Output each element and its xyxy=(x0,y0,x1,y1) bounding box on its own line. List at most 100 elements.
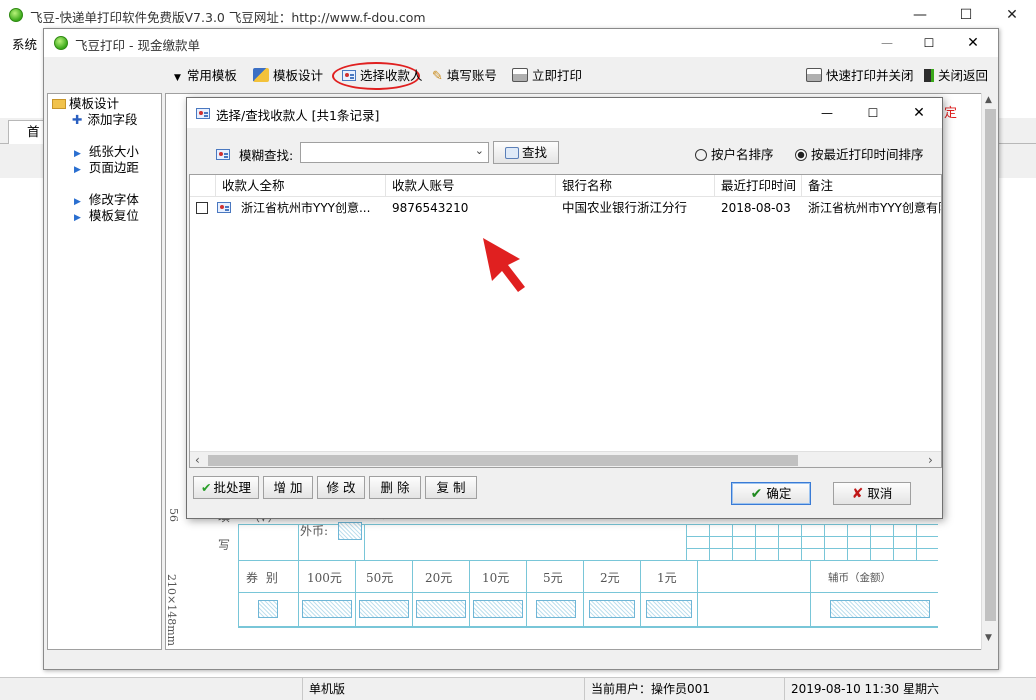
batch-button[interactable]: ✔ 批处理 xyxy=(193,476,259,499)
voucher-write-label: 写 xyxy=(218,538,231,552)
dialog-minimize-button[interactable]: — xyxy=(809,100,845,126)
inner-window-title: 飞豆打印 - 现金缴款单 xyxy=(75,38,200,53)
fill-account-label: 填写账号 xyxy=(446,68,497,83)
menu-system[interactable]: 系统 xyxy=(12,34,37,53)
row-card-icon xyxy=(217,202,231,213)
search-input[interactable]: ⌄ xyxy=(300,142,489,163)
sort-by-name-radio[interactable]: 按户名排序 xyxy=(695,144,774,163)
denom-1: 1元 xyxy=(640,560,697,626)
aux-currency-field[interactable] xyxy=(830,600,930,618)
table-row[interactable]: 浙江省杭州市YYY创意... 9876543210 中国农业银行浙江分行 201… xyxy=(190,198,941,218)
edit-button[interactable]: 修 改 xyxy=(317,476,365,499)
ok-check-icon: ✔ xyxy=(750,486,763,502)
denom-100-field[interactable] xyxy=(302,600,352,618)
ok-button-label: 确定 xyxy=(766,486,792,501)
dialog-maximize-button[interactable]: ☐ xyxy=(855,100,891,126)
sidebar-item-add-field[interactable]: ✚ 添加字段 xyxy=(72,112,138,128)
fill-account-button[interactable]: ✎ 填写账号 xyxy=(432,65,497,87)
inner-titlebar: 飞豆打印 - 现金缴款单 — ☐ ✕ xyxy=(44,29,998,57)
reset-template-label: 模板复位 xyxy=(88,208,139,223)
denom-50-field[interactable] xyxy=(359,600,409,618)
list-hscrollbar[interactable]: ‹ › xyxy=(190,451,941,467)
radio-empty-icon xyxy=(695,149,707,161)
inner-close-button[interactable]: ✕ xyxy=(958,31,988,55)
foreign-currency-checkbox[interactable] xyxy=(338,522,362,540)
status-user: 当前用户：操作员001 xyxy=(584,678,784,700)
inner-minimize-button[interactable]: — xyxy=(872,31,902,55)
triangle-right-icon: ▶ xyxy=(74,165,81,175)
quick-printer-icon xyxy=(806,68,822,82)
copy-button[interactable]: 复 制 xyxy=(425,476,477,499)
page-margin-label: 页面边距 xyxy=(88,160,139,175)
common-templates-menu[interactable]: ▼ 常用模板 xyxy=(174,65,237,87)
sort-by-name-label: 按户名排序 xyxy=(711,147,774,162)
tree-root-template-design[interactable]: 模板设计 xyxy=(52,96,119,112)
denom-5-field[interactable] xyxy=(536,600,576,618)
paper-size-label: 纸张大小 xyxy=(88,144,139,159)
payee-list: 收款人全称 收款人账号 银行名称 最近打印时间 备注 浙江省杭州市YYY创意..… xyxy=(189,174,942,468)
denom-spacer xyxy=(697,560,811,626)
denom-100: 100元 xyxy=(298,560,355,626)
common-templates-label: 常用模板 xyxy=(186,68,237,83)
scroll-up-icon[interactable]: ▲ xyxy=(985,95,992,105)
column-header-note[interactable]: 备注 xyxy=(802,175,941,197)
sidebar-item-page-margin[interactable]: ▶ 页面边距 xyxy=(74,160,139,176)
canvas-vscrollbar[interactable]: ▲ ▼ xyxy=(981,93,998,650)
dialog-close-button[interactable]: ✕ xyxy=(901,100,937,126)
dialog-titlebar: 选择/查找收款人 [共1条记录] — ☐ ✕ xyxy=(187,98,942,128)
edit-font-label: 修改字体 xyxy=(88,192,139,207)
tab-home-label: 首页 xyxy=(27,124,40,139)
cell-last-print: 2018-08-03 xyxy=(721,201,791,215)
denom-5: 5元 xyxy=(526,560,583,626)
batch-button-label: 批处理 xyxy=(213,480,251,495)
print-now-button[interactable]: 立即打印 xyxy=(512,65,582,87)
column-header-name[interactable]: 收款人全称 xyxy=(216,175,386,197)
denom-2-field[interactable] xyxy=(589,600,635,618)
denom-10: 10元 xyxy=(469,560,526,626)
template-design-button[interactable]: 模板设计 xyxy=(253,65,323,87)
dropdown-arrow-icon: ▼ xyxy=(174,73,181,83)
scroll-left-icon[interactable]: ‹ xyxy=(195,453,200,467)
column-header-account[interactable]: 收款人账号 xyxy=(386,175,556,197)
list-hscroll-thumb[interactable] xyxy=(208,455,798,466)
denom-10-field[interactable] xyxy=(473,600,523,618)
cancel-button[interactable]: ✘ 取消 xyxy=(833,482,911,505)
denom-1-field[interactable] xyxy=(646,600,692,618)
denom-20-field[interactable] xyxy=(416,600,466,618)
ok-button[interactable]: ✔ 确定 xyxy=(731,482,811,505)
print-now-label: 立即打印 xyxy=(532,68,583,83)
sort-by-recent-radio[interactable]: 按最近打印时间排序 xyxy=(795,144,924,163)
triangle-right-icon: ▶ xyxy=(74,213,81,223)
minimize-button[interactable]: — xyxy=(897,0,943,30)
denom-count-field[interactable] xyxy=(258,600,278,618)
radio-selected-icon xyxy=(795,149,807,161)
voucher-side-number: 56 xyxy=(167,508,180,522)
app-logo-icon xyxy=(9,8,23,22)
close-button[interactable]: ✕ xyxy=(989,0,1035,30)
search-button[interactable]: 查找 xyxy=(493,141,559,164)
select-payee-button[interactable]: 选择收款人 xyxy=(332,62,423,90)
inner-maximize-button[interactable]: ☐ xyxy=(914,31,944,55)
chevron-down-icon[interactable]: ⌄ xyxy=(475,144,484,157)
denom-100-label: 100元 xyxy=(307,571,342,585)
cell-name: 浙江省杭州市YYY创意... xyxy=(241,201,371,215)
row-checkbox[interactable] xyxy=(196,202,208,214)
status-datetime: 2019-08-10 11:30 星期六 xyxy=(784,678,1036,700)
delete-button[interactable]: 删 除 xyxy=(369,476,421,499)
sidebar-item-edit-font[interactable]: ▶ 修改字体 xyxy=(74,192,139,208)
sidebar-item-paper-size[interactable]: ▶ 纸张大小 xyxy=(74,144,139,160)
close-return-button[interactable]: 关闭返回 xyxy=(924,65,988,87)
voucher-line xyxy=(364,524,365,560)
voucher-line xyxy=(238,524,239,628)
denom-50-label: 50元 xyxy=(366,571,394,585)
maximize-button[interactable]: ☐ xyxy=(943,0,989,30)
sidebar-item-reset-template[interactable]: ▶ 模板复位 xyxy=(74,208,139,224)
scroll-right-icon[interactable]: › xyxy=(928,453,933,467)
scroll-down-icon[interactable]: ▼ xyxy=(985,633,992,643)
canvas-vscroll-thumb[interactable] xyxy=(985,109,996,621)
column-header-bank[interactable]: 银行名称 xyxy=(556,175,715,197)
denom-1-label: 1元 xyxy=(657,571,677,585)
add-button[interactable]: 增 加 xyxy=(263,476,313,499)
quick-print-close-button[interactable]: 快速打印并关闭 xyxy=(806,65,914,87)
column-header-last-print[interactable]: 最近打印时间 xyxy=(715,175,802,197)
